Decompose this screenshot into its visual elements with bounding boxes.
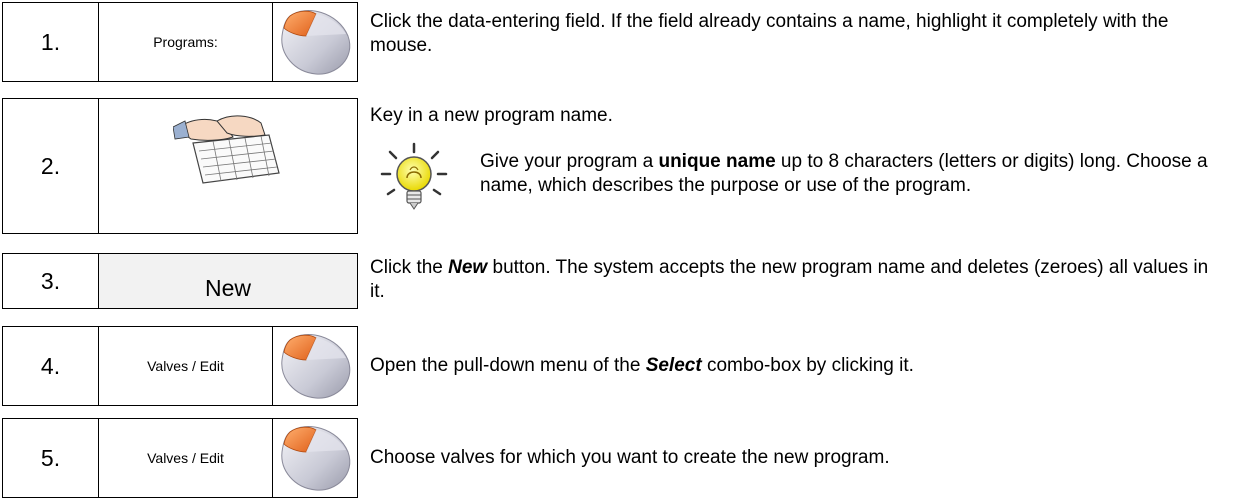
step-2-description: Key in a new program name.	[370, 105, 613, 126]
step-2: 2.	[2, 98, 358, 234]
lightbulb-icon	[374, 140, 454, 220]
valves-edit-tab[interactable]: Valves / Edit	[99, 419, 273, 497]
step-3: 3. New	[2, 253, 358, 309]
tip-text: Give your program a unique name up to 8 …	[480, 150, 1235, 198]
step-5: 5. Valves / Edit	[2, 418, 358, 498]
tip-text-pre: Give your program a	[480, 151, 659, 172]
step-4-text-post: combo-box by clicking it.	[701, 355, 914, 376]
programs-field[interactable]: Programs:	[99, 3, 273, 81]
step-box: 2.	[2, 98, 358, 234]
mouse-icon	[273, 3, 359, 81]
step-number: 5.	[3, 419, 99, 497]
step-number: 3.	[3, 254, 99, 308]
step-5-description: Choose valves for which you want to crea…	[370, 447, 890, 468]
step-box: 3. New	[2, 253, 358, 309]
step-3-text-bold: New	[448, 257, 488, 278]
step-4-description: Open the pull-down menu of the Select co…	[370, 354, 1230, 378]
step-box: 4. Valves / Edit	[2, 326, 358, 406]
step-box: 5. Valves / Edit	[2, 418, 358, 498]
step-1-description: Click the data-entering field. If the fi…	[370, 11, 1169, 56]
keyboard-cell	[99, 99, 357, 233]
step-number: 2.	[3, 99, 99, 233]
step-box: 1. Programs:	[2, 2, 358, 82]
keyboard-icon	[173, 115, 280, 184]
step-3-text-post: button. The system accepts the new progr…	[370, 257, 1209, 302]
step-3-text-pre: Click the	[370, 257, 449, 278]
step-number: 4.	[3, 327, 99, 405]
step-4-text-pre: Open the pull-down menu of the	[370, 355, 646, 376]
step-number: 1.	[3, 3, 99, 81]
valves-edit-tab[interactable]: Valves / Edit	[99, 327, 273, 405]
step-4: 4. Valves / Edit	[2, 326, 358, 406]
tip-text-bold: unique name	[658, 151, 776, 172]
step-4-text-bold: Select	[645, 355, 702, 376]
step-3-description: Click the New button. The system accepts…	[370, 256, 1210, 304]
step-1: 1. Programs:	[2, 2, 358, 82]
new-button[interactable]: New	[99, 254, 357, 308]
mouse-icon	[273, 419, 359, 497]
mouse-icon	[273, 327, 359, 405]
